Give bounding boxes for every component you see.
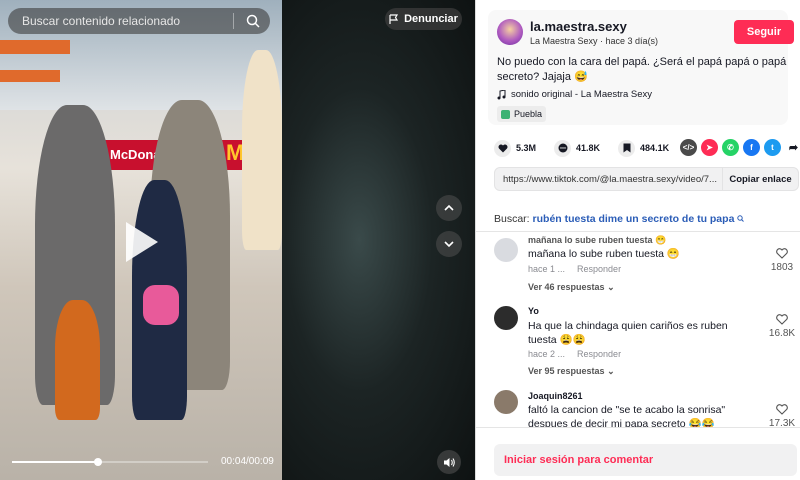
post-description: No puedo con la cara del papá. ¿Será el … [497, 56, 787, 83]
comment-author[interactable]: mañana lo sube ruben tuesta 😁 [528, 235, 666, 246]
sound-link[interactable]: sonido original - La Maestra Sexy [497, 89, 652, 100]
heart-icon [494, 139, 511, 157]
chevron-up-icon [444, 204, 454, 211]
play-icon[interactable] [126, 222, 158, 262]
comment-list[interactable]: mañana lo sube ruben tuesta 😁 mañana lo … [476, 232, 800, 427]
music-note-icon [497, 89, 506, 99]
chevron-down-icon [444, 241, 454, 248]
search-icon[interactable] [242, 10, 264, 32]
details-panel: la.maestra.sexy La Maestra Sexy · hace 3… [475, 0, 800, 480]
comment-author[interactable]: Yo [528, 306, 539, 316]
location-icon [501, 109, 510, 119]
twitter-icon[interactable]: t [764, 139, 781, 156]
username[interactable]: la.maestra.sexy [530, 19, 627, 34]
save-button[interactable]: 484.1K [618, 139, 670, 157]
related-search[interactable]: Buscar: rubén tuesta dime un secreto de … [494, 213, 745, 225]
comment-count: 41.8K [576, 143, 601, 153]
comment-time: hace 2 ... [528, 349, 566, 359]
like-count: 5.3M [516, 143, 537, 153]
video-progress-bar[interactable] [12, 458, 208, 466]
volume-icon [443, 457, 455, 467]
volume-button[interactable] [437, 450, 461, 474]
comment-like-count: 1803 [770, 262, 794, 273]
comment-button[interactable]: 41.8K [554, 139, 601, 157]
comment-footer: Iniciar sesión para comentar [476, 427, 800, 480]
report-label: Denunciar [404, 13, 458, 25]
search-icon [737, 215, 745, 222]
comment-like-button[interactable]: 16.8K [764, 314, 800, 339]
flag-icon [389, 14, 399, 24]
forward-icon[interactable]: ➦ [785, 139, 800, 156]
view-replies-button[interactable]: Ver 46 respuestas ⌄ [528, 282, 615, 293]
login-to-comment-button[interactable]: Iniciar sesión para comentar [494, 444, 797, 476]
comment-item: Yo Ha que la chindaga quien cariños es r… [494, 304, 800, 382]
comment-like-button[interactable]: 17.3K [764, 404, 800, 427]
like-button[interactable]: 5.3M [494, 139, 537, 157]
mall-decor [0, 70, 60, 82]
comment-item: mañana lo sube ruben tuesta 😁 mañana lo … [494, 232, 800, 297]
comment-meta: hace 1 ... Responder [528, 264, 621, 274]
video-time: 00:04/00:09 [221, 456, 274, 467]
pink-bag [143, 285, 179, 325]
whatsapp-icon[interactable]: ✆ [722, 139, 739, 156]
reply-button[interactable]: Responder [577, 349, 621, 359]
comment-meta: hace 2 ... Responder [528, 349, 621, 359]
chevron-down-icon: ⌄ [607, 366, 615, 376]
view-replies-label: Ver 46 respuestas [528, 282, 605, 292]
comment-time: hace 1 ... [528, 264, 566, 274]
next-video-button[interactable] [436, 231, 462, 257]
video-url[interactable]: https://www.tiktok.com/@la.maestra.sexy/… [495, 174, 722, 185]
facebook-icon[interactable]: f [743, 139, 760, 156]
mall-decor [0, 40, 70, 54]
avatar[interactable] [494, 390, 518, 414]
share-icons: </> ➤ ✆ f t ➦ [680, 139, 800, 156]
report-button[interactable]: Denunciar [385, 8, 462, 30]
comment-text: mañana lo sube ruben tuesta 😁 [528, 248, 681, 260]
send-icon[interactable]: ➤ [701, 139, 718, 156]
location-tag[interactable]: Puebla [497, 106, 547, 122]
heart-outline-icon [776, 404, 788, 415]
progress-fill [12, 461, 99, 463]
search-divider [233, 13, 234, 29]
video-player[interactable]: McDonald's M Buscar contenido relacionad… [0, 0, 475, 480]
comment-text: Ha que la chindaga quien cariños es rube… [528, 320, 728, 346]
view-replies-button[interactable]: Ver 95 respuestas ⌄ [528, 366, 615, 377]
heart-outline-icon [776, 248, 788, 259]
person-woman-pants [55, 300, 100, 420]
previous-video-button[interactable] [436, 195, 462, 221]
post-meta: La Maestra Sexy · hace 3 día(s) [530, 36, 659, 46]
chevron-down-icon: ⌄ [607, 282, 615, 292]
avatar[interactable] [494, 306, 518, 330]
heart-outline-icon [776, 314, 788, 325]
related-search-prefix: Buscar: [494, 213, 530, 225]
comment-like-button[interactable]: 1803 [764, 248, 800, 273]
comment-text: faltó la cancion de "se te acabo la sonr… [528, 404, 726, 427]
person-host [242, 50, 282, 250]
location-label: Puebla [514, 109, 543, 119]
embed-icon[interactable]: </> [680, 139, 697, 156]
view-replies-label: Ver 95 respuestas [528, 366, 605, 376]
reply-button[interactable]: Responder [577, 264, 621, 274]
sound-label: sonido original - La Maestra Sexy [511, 89, 652, 100]
share-link-box: https://www.tiktok.com/@la.maestra.sexy/… [494, 167, 799, 191]
avatar[interactable] [494, 238, 518, 262]
related-search-bar[interactable]: Buscar contenido relacionado [8, 8, 270, 34]
avatar[interactable] [497, 19, 523, 45]
comment-like-count: 16.8K [768, 328, 796, 339]
follow-button[interactable]: Seguir [734, 20, 794, 44]
post-info-card: la.maestra.sexy La Maestra Sexy · hace 3… [488, 10, 794, 125]
save-count: 484.1K [640, 143, 670, 153]
comment-author[interactable]: Joaquin8261 [528, 391, 583, 401]
copy-link-button[interactable]: Copiar enlace [722, 168, 798, 190]
bookmark-icon [618, 139, 636, 157]
comment-item: Joaquin8261 faltó la cancion de "se te a… [494, 388, 800, 427]
comment-icon [554, 139, 572, 157]
search-input[interactable]: Buscar contenido relacionado [22, 14, 233, 28]
comment-like-count: 17.3K [768, 418, 796, 427]
related-search-query[interactable]: rubén tuesta dime un secreto de tu papa [533, 213, 735, 225]
